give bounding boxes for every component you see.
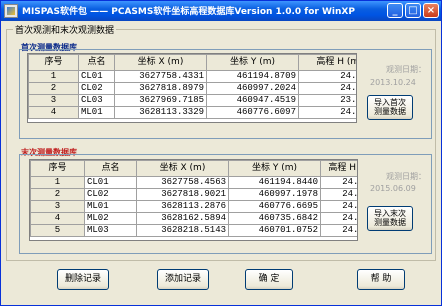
table-cell[interactable]: CL01	[84, 176, 137, 189]
last-date-value: 2015.06.09	[370, 184, 416, 193]
column-header[interactable]: 坐标 Y (m)	[206, 54, 299, 71]
column-header[interactable]: 高程 H (m)	[298, 54, 356, 71]
table-cell[interactable]: 3627969.7185	[114, 94, 207, 107]
table-row[interactable]: 2CL023627818.9021460997.197824.7880	[30, 188, 357, 201]
table-cell[interactable]: 1	[30, 176, 85, 189]
first-date-value: 2013.10.24	[370, 78, 416, 87]
app-window: MISPAS软件包 —— PCASMS软件坐标高程数据库Version 1.0.…	[0, 0, 442, 306]
groupbox-label: 首次观测和末次观测数据	[13, 23, 117, 36]
import-last-button[interactable]: 导入末次 测量数据	[367, 206, 413, 231]
table-cell[interactable]: CL02	[78, 82, 115, 95]
app-icon	[4, 4, 18, 18]
last-date-label: 观测日期：	[386, 172, 426, 181]
table-cell[interactable]: 4	[28, 106, 79, 119]
window-title: MISPAS软件包 —— PCASMS软件坐标高程数据库Version 1.0.…	[22, 7, 355, 17]
table-cell[interactable]: 24.1478	[320, 212, 357, 225]
column-header[interactable]: 坐标 X (m)	[114, 54, 207, 71]
table-row[interactable]: 3ML013628113.2876460776.669524.2420	[30, 200, 357, 213]
table-cell[interactable]: 3628113.3329	[114, 106, 207, 119]
last-survey-table[interactable]: 序号 点名 坐标 X (m) 坐标 Y (m) 高程 H (m) 1CL0136…	[29, 159, 358, 241]
table-cell[interactable]: 24.2420	[320, 200, 357, 213]
table-cell[interactable]: 460997.1978	[228, 188, 321, 201]
table-header-row: 序号 点名 坐标 X (m) 坐标 Y (m) 高程 H (m)	[30, 160, 357, 177]
table-cell[interactable]: 3628162.5894	[136, 212, 229, 225]
column-header[interactable]: 坐标 X (m)	[136, 160, 229, 177]
table-cell[interactable]: ML01	[78, 106, 115, 119]
delete-record-button[interactable]: 删除记录	[57, 269, 109, 290]
import-first-button[interactable]: 导入首次 测量数据	[367, 95, 413, 120]
table-cell[interactable]: 3627818.8979	[114, 82, 207, 95]
table-cell[interactable]: 3628113.2876	[136, 200, 229, 213]
column-header[interactable]: 高程 H (m)	[320, 160, 357, 177]
table-cell[interactable]: 461194.8709	[206, 70, 299, 83]
table-cell[interactable]: 460701.0752	[228, 224, 321, 237]
table-cell[interactable]: 24.0411	[320, 224, 357, 237]
table-cell[interactable]: 24.7880	[320, 188, 357, 201]
table-cell[interactable]: 23.9750	[298, 94, 356, 107]
minimize-button[interactable]: _	[387, 3, 403, 18]
table-cell[interactable]: ML03	[84, 224, 137, 237]
table-row[interactable]: 5ML033628218.5143460701.075224.0411	[30, 224, 357, 237]
table-cell[interactable]: CL03	[78, 94, 115, 107]
import-last-button-line1: 导入末次	[374, 209, 406, 218]
first-survey-table[interactable]: 序号 点名 坐标 X (m) 坐标 Y (m) 高程 H (m) 1CL0136…	[27, 53, 357, 123]
column-header[interactable]: 序号	[28, 54, 79, 71]
table-cell[interactable]: 460735.6842	[228, 212, 321, 225]
import-first-button-line1: 导入首次	[374, 98, 406, 107]
table-cell[interactable]: 460947.4519	[206, 94, 299, 107]
table-cell[interactable]: 5	[30, 224, 85, 237]
table-cell[interactable]: 4	[30, 212, 85, 225]
column-header[interactable]: 点名	[78, 54, 115, 71]
table-cell[interactable]: 1	[28, 70, 79, 83]
column-header[interactable]: 点名	[84, 160, 137, 177]
add-record-button[interactable]: 添加记录	[157, 269, 209, 290]
first-date-label: 观测日期：	[386, 65, 426, 74]
help-button[interactable]: 帮 助	[357, 269, 405, 290]
table-cell[interactable]: 461194.8440	[228, 176, 321, 189]
table-cell[interactable]: 3	[30, 200, 85, 213]
column-header[interactable]: 序号	[30, 160, 85, 177]
table-cell[interactable]: 2	[28, 82, 79, 95]
maximize-button[interactable]: □	[405, 3, 421, 18]
table-row[interactable]: 1CL013627758.4563461194.844024.2631	[30, 176, 357, 189]
import-first-button-line2: 测量数据	[374, 107, 406, 116]
table-cell[interactable]: 3627818.9021	[136, 188, 229, 201]
table-row[interactable]: 1CL013627758.4331461194.870924.2640	[28, 70, 356, 83]
table-cell[interactable]: 24.2631	[320, 176, 357, 189]
table-cell[interactable]: 460776.6097	[206, 106, 299, 119]
table-row[interactable]: 4ML023628162.5894460735.684224.1478	[30, 212, 357, 225]
close-button[interactable]: ×	[423, 3, 439, 18]
column-header[interactable]: 坐标 Y (m)	[228, 160, 321, 177]
table-cell[interactable]: ML02	[84, 212, 137, 225]
table-cell[interactable]: 3627758.4331	[114, 70, 207, 83]
import-last-button-line2: 测量数据	[374, 218, 406, 227]
table-cell[interactable]: 24.2511	[298, 106, 356, 119]
table-cell[interactable]: 3628218.5143	[136, 224, 229, 237]
ok-button[interactable]: 确 定	[245, 269, 293, 290]
table-cell[interactable]: 460776.6695	[228, 200, 321, 213]
table-cell[interactable]: 24.2640	[298, 70, 356, 83]
table-cell[interactable]: ML01	[84, 200, 137, 213]
table-cell[interactable]: 460997.2024	[206, 82, 299, 95]
table-cell[interactable]: CL01	[78, 70, 115, 83]
table-cell[interactable]: 24.7889	[298, 82, 356, 95]
table-cell[interactable]: CL02	[84, 188, 137, 201]
title-bar[interactable]: MISPAS软件包 —— PCASMS软件坐标高程数据库Version 1.0.…	[1, 1, 441, 21]
table-cell[interactable]: 2	[30, 188, 85, 201]
table-row[interactable]: 4ML013628113.3329460776.609724.2511	[28, 106, 356, 119]
table-header-row: 序号 点名 坐标 X (m) 坐标 Y (m) 高程 H (m)	[28, 54, 356, 71]
table-cell[interactable]: 3	[28, 94, 79, 107]
table-row[interactable]: 3CL033627969.7185460947.451923.9750	[28, 94, 356, 107]
table-row[interactable]: 2CL023627818.8979460997.202424.7889	[28, 82, 356, 95]
table-cell[interactable]: 3627758.4563	[136, 176, 229, 189]
